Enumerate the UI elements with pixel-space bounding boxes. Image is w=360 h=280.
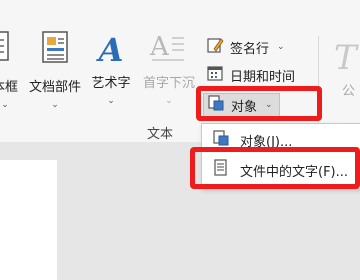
dropcap-label: 首字下沉	[142, 76, 195, 91]
signature-line-label: 签名行	[230, 41, 270, 57]
date-time-label: 日期和时间	[230, 69, 296, 85]
chevron-down-icon: ⌄	[165, 96, 173, 106]
chevron-down-icon: ⌄	[107, 96, 115, 106]
partial-button-label: 公	[342, 84, 356, 99]
dropcap-button[interactable]: A 首字下沉 ⌄	[140, 30, 198, 106]
chevron-down-icon: ⌄	[51, 100, 59, 110]
doc-parts-icon	[38, 30, 72, 76]
wordart-label: 艺术字	[91, 76, 131, 91]
calendar-icon	[206, 64, 224, 86]
textbox-icon	[0, 30, 18, 76]
highlight-object-button	[196, 86, 322, 121]
signature-line-button[interactable]: 签名行 ⌄	[206, 36, 285, 58]
dropcap-icon: A	[150, 32, 184, 62]
chevron-down-icon: ⌄	[1, 100, 9, 110]
date-time-button[interactable]: 日期和时间	[206, 64, 295, 86]
doc-parts-label: 文档部件	[28, 80, 81, 95]
signature-line-icon	[206, 36, 224, 58]
highlight-text-from-file-item	[190, 147, 360, 189]
textbox-label: 本框	[0, 80, 18, 95]
text-symbol-icon: T	[334, 38, 357, 78]
chevron-down-icon: ⌄	[277, 42, 285, 52]
wordart-button[interactable]: A 艺术字 ⌄	[88, 30, 134, 106]
textbox-button[interactable]: 本框 ⌄	[0, 30, 20, 110]
wordart-icon: A	[98, 31, 124, 69]
document-page[interactable]	[0, 160, 57, 280]
doc-parts-button[interactable]: 文档部件 ⌄	[26, 30, 84, 110]
